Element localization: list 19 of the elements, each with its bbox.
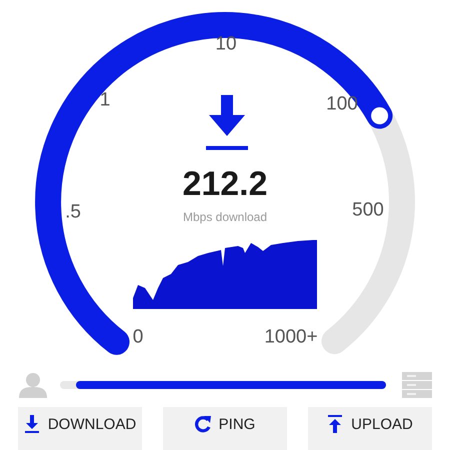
scale-label: 1 <box>100 90 110 110</box>
scale-label: 10 <box>215 34 237 54</box>
result-label: UPLOAD <box>351 416 413 432</box>
scale-label: 1000+ <box>264 328 318 346</box>
refresh-icon <box>194 414 211 434</box>
speed-unit: Mbps download <box>182 210 268 224</box>
result-label: DOWNLOAD <box>48 416 136 432</box>
upload-icon <box>327 414 344 434</box>
download-icon <box>24 414 40 434</box>
download-icon <box>206 95 248 150</box>
scale-label: 0 <box>132 328 144 346</box>
scale-label: 500 <box>352 200 384 220</box>
server-icon <box>402 372 432 398</box>
user-icon <box>18 372 48 398</box>
scale-label: .5 <box>65 202 81 222</box>
scale-label: 100 <box>326 94 358 114</box>
result-label: PING <box>218 416 256 432</box>
gauge-knob <box>368 104 392 128</box>
speed-value: 212.2 <box>181 166 269 202</box>
